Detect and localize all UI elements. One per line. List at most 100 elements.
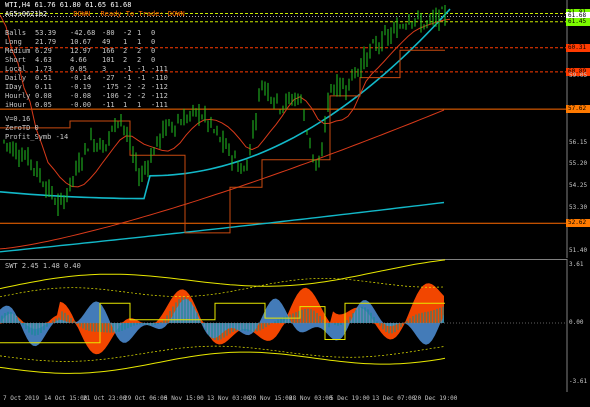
signal-row-medium: Medium 6.29 12.97 166 2 2 0 — [5, 47, 175, 55]
signal-cell: -111 — [151, 65, 168, 73]
signal-cell: 1.73 — [35, 65, 52, 73]
time-axis-label: 13 Nov 03:00 — [207, 395, 251, 402]
time-axis-label: 5 Nov 15:00 — [164, 395, 204, 402]
signal-cell: 1 — [123, 101, 128, 109]
signal-cell: -42.68 — [70, 29, 96, 37]
signal-cell: 101 — [102, 56, 115, 64]
signal-cell: 0.51 — [35, 74, 52, 82]
price-tag: 60.31 — [566, 43, 590, 52]
price-label: 59.05 — [569, 72, 588, 80]
signal-cell: -27 — [102, 74, 115, 82]
signal-cell: -0.19 — [70, 83, 92, 91]
signal-cell: -175 — [102, 83, 119, 91]
time-axis-label: 20 Dec 19:00 — [414, 395, 458, 402]
signal-cell: 1 — [137, 101, 142, 109]
signal-cell: 2 — [137, 56, 142, 64]
signal-cell: -1 — [123, 65, 132, 73]
signal-cell: 2 — [123, 47, 128, 55]
time-axis-label: 20 Nov 15:00 — [249, 395, 293, 402]
signal-cell: -2 — [123, 92, 132, 100]
signal-cell: -111 — [151, 101, 168, 109]
signal-cell: 4.63 — [35, 56, 52, 64]
time-axis-label: 29 Oct 06:00 — [124, 395, 168, 402]
ready-status: Ready To Trade: DOWN — [100, 10, 185, 18]
signal-row-ihour: iHour 0.05 -0.00 -11 1 1 -111 — [5, 101, 175, 109]
signal-cell: 2 — [123, 56, 128, 64]
signal-cell: -0.08 — [70, 92, 92, 100]
symbol-ohlc-line: WTI,H4 61.76 61.80 61.65 61.68 — [5, 1, 132, 9]
signal-cell: 53.39 — [35, 29, 57, 37]
signal-cell: -112 — [151, 83, 168, 91]
signal-cell: -110 — [151, 74, 168, 82]
osc-axis-label: 0.00 — [569, 319, 584, 327]
signal-cell: 0 — [151, 47, 156, 55]
zero-td-line: ZeroTD 0 — [5, 124, 39, 132]
signal-cell: 1 — [137, 38, 142, 46]
price-tag: 61.45 — [566, 17, 590, 26]
signal-cell: 1 — [137, 29, 142, 37]
signal-cell: 0.11 — [35, 83, 52, 91]
signal-cell: 166 — [102, 47, 115, 55]
signal-row-balls: Balls 53.39 -42.68 -80 -2 1 0 — [5, 29, 175, 37]
signal-cell: -1 — [137, 74, 146, 82]
signal-cell: -1 — [137, 65, 146, 73]
signal-cell: 3 — [102, 65, 107, 73]
signal-cell: -11 — [102, 101, 115, 109]
time-axis-label: 21 Oct 23:00 — [83, 395, 127, 402]
signal-row-label: Hourly — [5, 92, 31, 100]
direction-label: DOWN — [73, 10, 91, 18]
signal-cell: -2 — [123, 83, 132, 91]
price-tag: 52.62 — [566, 219, 590, 228]
time-axis-label: 5 Dec 19:00 — [330, 395, 370, 402]
oscillator-title: SWT 2.45 1.48 0.40 — [5, 262, 81, 270]
signal-row-label: Short — [5, 56, 27, 64]
price-label: 51.40 — [569, 247, 588, 255]
signal-cell: -2 — [123, 29, 132, 37]
time-axis-label: 7 Oct 2019 — [3, 395, 40, 402]
status-line: AG5s0621b2 DOWN Ready To Trade: DOWN — [5, 10, 185, 18]
signal-row-local: Local 1.73 0.05 3 -1 -1 -111 — [5, 65, 175, 73]
signal-cell: 0.05 — [70, 65, 87, 73]
time-axis-label: 14 Oct 15:00 — [44, 395, 88, 402]
signal-cell: -0.00 — [70, 101, 92, 109]
signal-row-short: Short 4.63 4.66 101 2 2 0 — [5, 56, 175, 64]
time-axis-label: 13 Dec 07:00 — [372, 395, 416, 402]
signal-row-label: Long — [5, 38, 22, 46]
signal-row-label: Local — [5, 65, 27, 73]
price-chart-panel[interactable]: WTI,H4 61.76 61.80 61.65 61.68 AG5s0621b… — [0, 0, 590, 258]
price-label: 56.15 — [569, 138, 588, 146]
signal-cell: -80 — [102, 29, 115, 37]
signal-row-label: Medium — [5, 47, 31, 55]
osc-axis-label: -3.61 — [569, 378, 588, 386]
signal-row-label: iHour — [5, 101, 27, 109]
oscillator-panel[interactable]: SWT 2.45 1.48 0.40 3.61 0.00 -3.61 — [0, 259, 590, 392]
signal-cell: 2 — [137, 47, 142, 55]
signal-cell: 6.29 — [35, 47, 52, 55]
signal-cell: 21.79 — [35, 38, 57, 46]
signal-cell: -2 — [137, 83, 146, 91]
price-label: 54.25 — [569, 182, 588, 190]
signal-row-label: IDay — [5, 83, 22, 91]
signal-row-hourly: Hourly 0.08 -0.08 -106 -2 -2 -112 — [5, 92, 175, 100]
signal-cell: -1 — [123, 74, 132, 82]
signal-cell: -112 — [151, 92, 168, 100]
signal-cell: 10.67 — [70, 38, 92, 46]
signal-cell: -2 — [137, 92, 146, 100]
oscillator-canvas — [0, 259, 568, 392]
signal-cell: 12.97 — [70, 47, 92, 55]
signal-cell: -106 — [102, 92, 119, 100]
signal-cell: 0.05 — [35, 101, 52, 109]
signal-cell: 4.66 — [70, 56, 87, 64]
signal-cell: 0.08 — [35, 92, 52, 100]
signal-cell: 0 — [151, 38, 156, 46]
osc-axis-label: 3.61 — [569, 261, 584, 268]
signal-cell: 0 — [151, 29, 156, 37]
price-tag: 57.62 — [566, 105, 590, 114]
signal-cell: 1 — [123, 38, 128, 46]
signal-cell: -0.14 — [70, 74, 92, 82]
signal-row-iday: IDay 0.11 -0.19 -175 -2 -2 -112 — [5, 83, 175, 91]
signal-row-label: Daily — [5, 74, 27, 82]
volume-line: V=0.16 — [5, 115, 31, 123]
script-name: AG5s0621b2 — [5, 10, 48, 18]
signal-cell: 49 — [102, 38, 111, 46]
